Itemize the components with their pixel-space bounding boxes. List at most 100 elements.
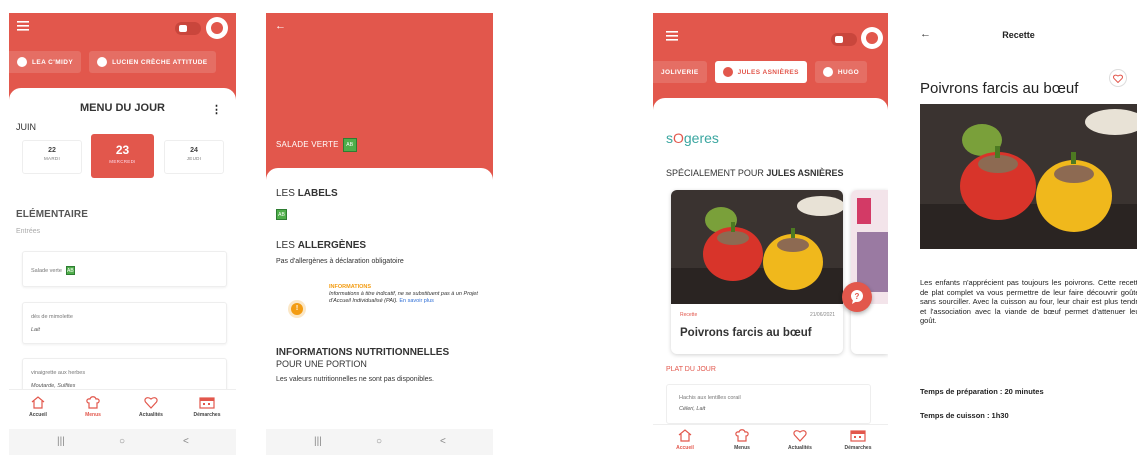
school-icon <box>835 36 843 43</box>
child-name: HUGO <box>837 68 860 76</box>
chat-button[interactable]: ? <box>842 282 872 312</box>
tab-home[interactable]: Accueil <box>660 429 710 451</box>
tab-label: Accueil <box>29 412 47 418</box>
heart-icon <box>144 397 158 409</box>
tab-label: Menus <box>85 412 101 418</box>
children-selector: LEA C'MIDY LUCIEN CRÈCHE ATTITUDE <box>9 51 216 73</box>
profile-avatar[interactable] <box>206 17 228 39</box>
user-icon <box>97 57 108 67</box>
learn-more-link[interactable]: En savoir plus <box>399 298 434 304</box>
day-option-selected[interactable]: 23 MERCREDI <box>91 134 154 178</box>
month-label: JUIN <box>16 122 36 132</box>
tab-menus[interactable]: Menus <box>717 429 767 451</box>
tab-procedures[interactable]: Démarches <box>833 429 883 451</box>
child-name: LEA C'MIDY <box>32 58 74 66</box>
child-chip[interactable]: JOLIVERIE <box>653 61 707 83</box>
favorite-button[interactable] <box>1109 69 1127 87</box>
dish-title: SALADE VERTE <box>276 140 339 150</box>
profile-avatar[interactable] <box>861 27 883 49</box>
app-header <box>9 13 236 43</box>
recipe-title: Poivrons farcis au bœuf <box>920 80 1079 97</box>
recipe-photo <box>671 190 843 304</box>
home-content: sOgeres SPÉCIALEMENT POUR JULES ASNIÈRES… <box>653 98 888 438</box>
children-selector: JOLIVERIE JULES ASNIÈRES HUGO <box>653 61 868 83</box>
recipe-card-next[interactable] <box>851 190 888 354</box>
svg-text:?: ? <box>855 292 860 301</box>
chef-hat-icon <box>86 396 100 409</box>
bio-label-icon: AB <box>342 138 357 152</box>
user-icon <box>17 57 27 67</box>
hamburger-icon[interactable] <box>17 21 29 31</box>
tab-label: Actualités <box>139 412 163 418</box>
cook-time: Temps de cuisson : 1h30 <box>920 411 1009 420</box>
recipe-date: 21/06/2021 <box>809 312 835 318</box>
home-nav-icon[interactable]: ○ <box>376 436 382 447</box>
recipe-title: Poivrons farcis au bœuf <box>680 327 812 339</box>
heart-icon <box>1113 74 1123 83</box>
back-nav-icon[interactable]: < <box>440 436 446 447</box>
tab-menus[interactable]: Menus <box>68 396 118 418</box>
child-name: LUCIEN CRÈCHE ATTITUDE <box>112 58 208 66</box>
chat-icon: ? <box>851 290 863 304</box>
bio-label-icon: AB <box>276 209 287 220</box>
kebab-icon[interactable]: ⋮ <box>211 103 222 116</box>
labels-heading: LES LABELS <box>276 188 338 199</box>
day-weekday: JEUDI <box>186 156 202 161</box>
tab-label: Démarches <box>844 445 872 451</box>
tab-news[interactable]: Actualités <box>126 396 176 418</box>
child-name: JULES ASNIÈRES <box>737 68 799 76</box>
tab-news[interactable]: Actualités <box>775 429 825 451</box>
dish-name: dès de mimolette <box>31 314 73 320</box>
info-text: Informations à titre indicatif, ne se su… <box>329 291 478 304</box>
child-chip[interactable]: HUGO <box>814 61 868 83</box>
sogeres-logo: sOgeres <box>666 130 719 146</box>
child-chip[interactable]: LEA C'MIDY <box>9 51 82 73</box>
child-chip-selected[interactable]: JULES ASNIÈRES <box>714 61 807 83</box>
dish-name: Hachis aux lentilles corail <box>679 395 741 401</box>
back-nav-icon[interactable]: < <box>183 436 189 447</box>
tab-label: Accueil <box>676 445 694 451</box>
dish-detail-screen: ← SALADE VERTE AB LES LABELS AB LES ALLER… <box>266 13 493 455</box>
allergens-heading: LES ALLERGÈNES <box>276 240 367 251</box>
page-title: MENU DU JOUR <box>80 102 165 114</box>
allergens-text: Pas d'allergènes à déclaration obligatoi… <box>276 258 404 265</box>
user-icon <box>722 67 733 77</box>
day-option[interactable]: 22 MARDI <box>22 140 82 174</box>
school-toggle[interactable] <box>175 22 201 35</box>
recipe-screen: ← Recette Poivrons farcis au bœuf Les en… <box>910 13 1137 455</box>
dish-allergens: Céleri, Lait <box>679 406 706 412</box>
bottom-tab-bar: Accueil Menus Actualités Démarches <box>653 424 888 455</box>
dish-allergens: Lait <box>31 327 40 333</box>
nutrition-subheading: POUR UNE PORTION <box>276 359 367 369</box>
chef-hat-icon <box>735 429 749 442</box>
user-icon <box>822 67 833 77</box>
day-weekday: MERCREDI <box>109 159 136 164</box>
bio-label-icon: AB <box>65 266 75 275</box>
dish-card[interactable]: Hachis aux lentilles corail Céleri, Lait <box>666 384 871 424</box>
tab-procedures[interactable]: Démarches <box>182 396 232 418</box>
back-arrow-icon[interactable]: ← <box>275 20 286 32</box>
bottom-tab-bar: Accueil Menus Actualités Démarches <box>9 389 236 429</box>
day-number: 22 <box>48 147 56 154</box>
recipe-card[interactable]: Recette 21/06/2021 Poivrons farcis au bœ… <box>671 190 843 354</box>
tab-label: Menus <box>734 445 750 451</box>
school-level: ELÉMENTAIRE <box>16 209 89 220</box>
menu-card: MENU DU JOUR ⋮ JUIN 22 MARDI 23 MERCREDI… <box>9 88 236 418</box>
child-chip[interactable]: LUCIEN CRÈCHE ATTITUDE <box>89 51 216 73</box>
recent-apps-icon[interactable]: ||| <box>314 436 322 447</box>
system-nav-bar: ||| ○ < <box>9 429 236 455</box>
tab-home[interactable]: Accueil <box>13 396 63 418</box>
hamburger-icon[interactable] <box>666 31 678 41</box>
calendar-icon <box>850 430 866 442</box>
day-option[interactable]: 24 JEUDI <box>164 140 224 174</box>
plat-du-jour-heading: PLAT DU JOUR <box>666 366 716 373</box>
home-nav-icon[interactable]: ○ <box>119 436 125 447</box>
dish-name: vinaigrette aux herbes <box>31 370 86 376</box>
day-number: 24 <box>190 147 198 154</box>
school-toggle[interactable] <box>831 33 857 46</box>
recent-apps-icon[interactable]: ||| <box>57 436 65 447</box>
dish-card[interactable]: Salade verte AB <box>22 251 227 287</box>
tab-label: Démarches <box>193 412 221 418</box>
recipe-description: Les enfants n'apprécient pas toujours le… <box>920 278 1137 326</box>
dish-card[interactable]: dès de mimolette Lait <box>22 302 227 344</box>
